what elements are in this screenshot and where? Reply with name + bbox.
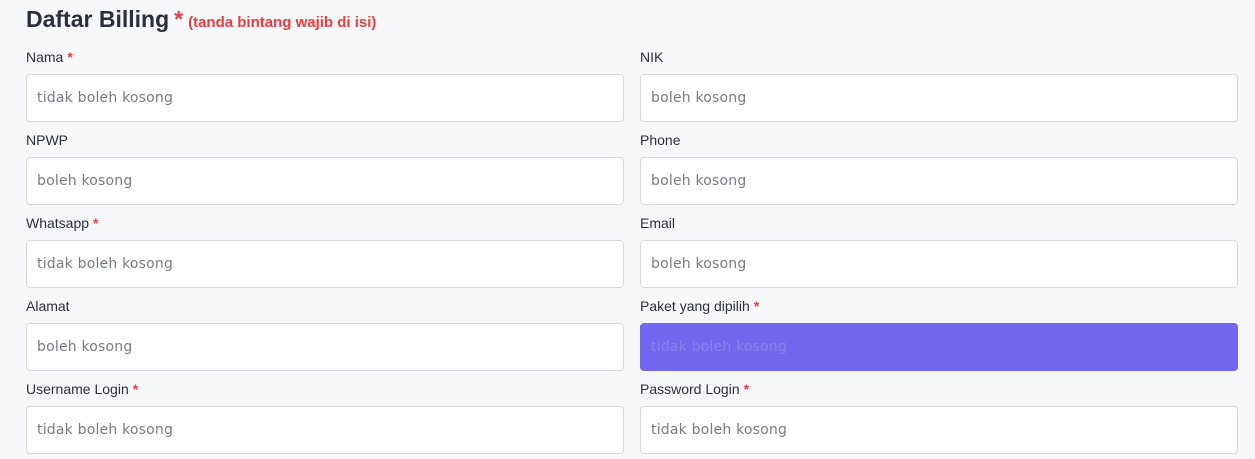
required-marker: * — [132, 381, 139, 397]
paket-label-text: Paket yang dipilih — [640, 298, 750, 314]
username-input[interactable] — [26, 406, 624, 454]
page-title-text: Daftar Billing — [26, 6, 170, 32]
field-paket: Paket yang dipilih * — [640, 297, 1238, 371]
email-input[interactable] — [640, 240, 1238, 288]
nama-input[interactable] — [26, 74, 624, 122]
phone-label-text: Phone — [640, 132, 681, 148]
phone-input[interactable] — [640, 157, 1238, 205]
paket-input[interactable] — [640, 323, 1238, 371]
field-whatsapp: Whatsapp * — [26, 214, 624, 288]
required-marker: * — [93, 215, 99, 231]
nik-label-text: NIK — [640, 49, 664, 65]
alamat-input[interactable] — [26, 323, 624, 371]
field-phone: Phone — [640, 131, 1238, 205]
required-note: (tanda bintang wajib di isi) — [188, 14, 377, 31]
nama-label: Nama * — [26, 48, 624, 66]
password-label: Password Login * — [640, 380, 1238, 398]
whatsapp-input[interactable] — [26, 240, 624, 288]
nik-label: NIK — [640, 48, 1238, 66]
billing-form-page: Daftar Billing * (tanda bintang wajib di… — [0, 0, 1255, 459]
field-email: Email — [640, 214, 1238, 288]
nama-label-text: Nama — [26, 49, 64, 65]
email-label: Email — [640, 214, 1238, 232]
page-title: Daftar Billing * (tanda bintang wajib di… — [26, 6, 376, 38]
npwp-label-text: NPWP — [26, 132, 68, 148]
whatsapp-label-text: Whatsapp — [26, 215, 90, 231]
username-label-text: Username Login — [26, 381, 129, 397]
field-nik: NIK — [640, 48, 1238, 122]
paket-label: Paket yang dipilih * — [640, 297, 1238, 315]
required-star-title: * — [174, 6, 184, 32]
required-marker: * — [67, 49, 73, 65]
password-input[interactable] — [640, 406, 1238, 454]
whatsapp-label: Whatsapp * — [26, 214, 624, 232]
email-label-text: Email — [640, 215, 676, 231]
required-marker: * — [753, 298, 760, 314]
field-nama: Nama * — [26, 48, 624, 122]
field-password: Password Login * — [640, 380, 1238, 454]
alamat-label-text: Alamat — [26, 298, 70, 314]
alamat-label: Alamat — [26, 297, 624, 315]
required-marker: * — [743, 381, 750, 397]
field-username: Username Login * — [26, 380, 624, 454]
password-label-text: Password Login — [640, 381, 740, 397]
npwp-label: NPWP — [26, 131, 624, 149]
field-npwp: NPWP — [26, 131, 624, 205]
phone-label: Phone — [640, 131, 1238, 149]
field-alamat: Alamat — [26, 297, 624, 371]
npwp-input[interactable] — [26, 157, 624, 205]
nik-input[interactable] — [640, 74, 1238, 122]
username-label: Username Login * — [26, 380, 624, 398]
